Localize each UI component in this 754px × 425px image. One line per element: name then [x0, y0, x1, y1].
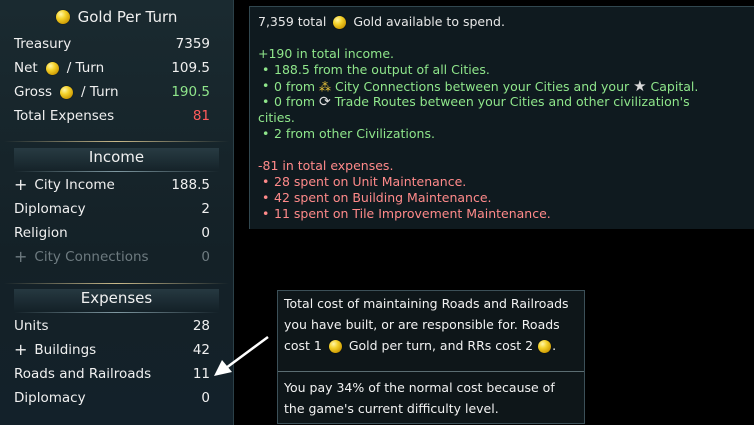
pointer-arrow-icon: [214, 335, 269, 376]
